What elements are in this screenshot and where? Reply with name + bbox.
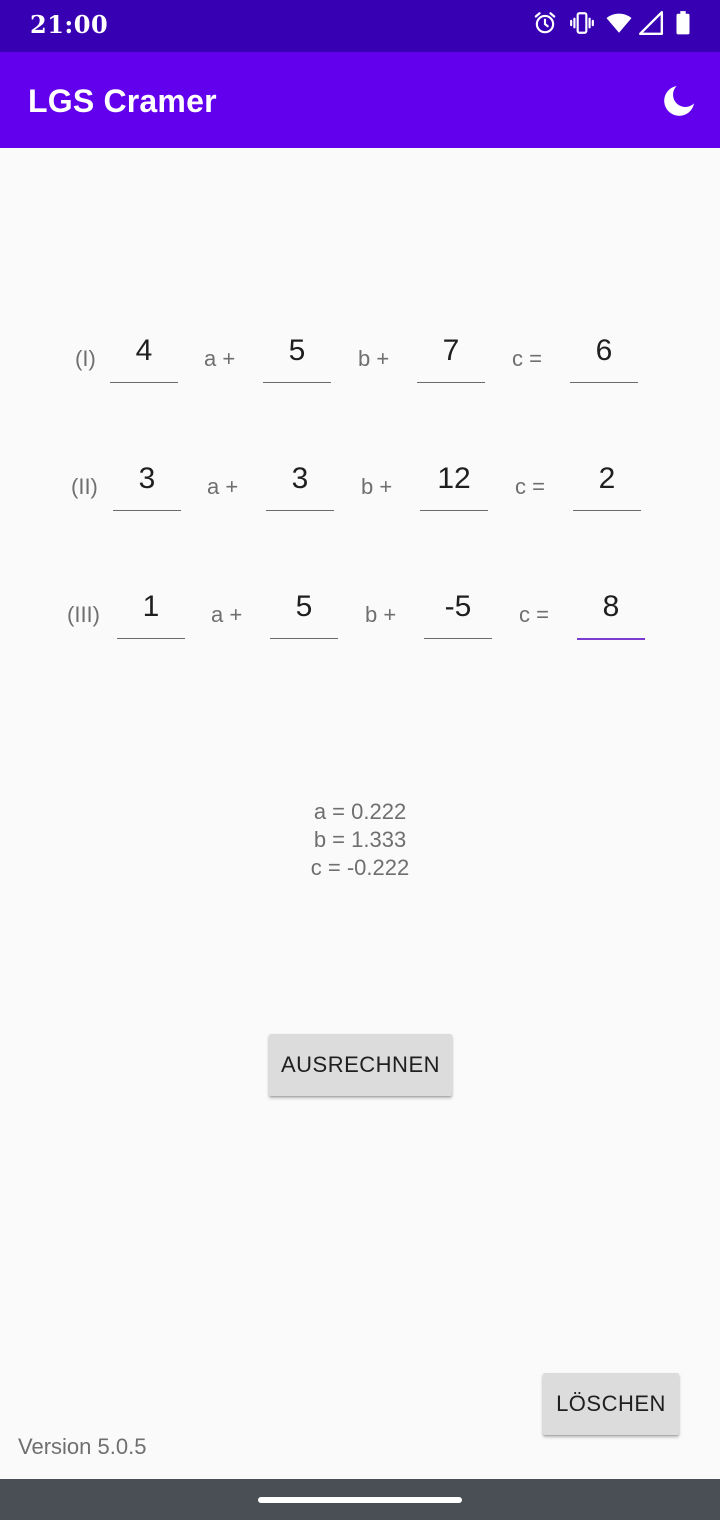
constant-field[interactable]: 6 xyxy=(570,324,638,383)
equation-label: (III) xyxy=(67,602,100,627)
wifi-icon xyxy=(605,10,633,38)
status-time: 21:00 xyxy=(30,10,109,39)
variable-b-label: b + xyxy=(361,474,393,499)
coefficient-a-field[interactable]: 4 xyxy=(110,324,178,383)
version-label: Version 5.0.5 xyxy=(18,1434,147,1459)
constant-field[interactable]: 2 xyxy=(573,452,641,511)
battery-icon xyxy=(672,10,700,38)
variable-a-label: a + xyxy=(211,602,243,627)
alarm-icon xyxy=(532,10,560,38)
coefficient-c-field[interactable]: 7 xyxy=(417,324,485,383)
equation-label: (II) xyxy=(71,474,98,499)
clear-button[interactable]: LÖSCHEN xyxy=(543,1373,679,1435)
variable-a-label: a + xyxy=(207,474,239,499)
variable-b-label: b + xyxy=(358,346,390,371)
constant-field[interactable]: 8 xyxy=(577,580,645,640)
coefficient-b-field[interactable]: 5 xyxy=(270,580,338,639)
coefficient-b-field[interactable]: 5 xyxy=(263,324,331,383)
equation-label: (I) xyxy=(75,346,96,371)
signal-icon xyxy=(638,10,666,38)
equation-row-2: (II) 3 a + 3 b + 12 c = 2 xyxy=(0,452,720,522)
variable-a-label: a + xyxy=(204,346,236,371)
results-panel: a = 0.222 b = 1.333 c = -0.222 xyxy=(0,798,720,882)
app-bar: LGS Cramer xyxy=(0,52,720,148)
coefficient-b-field[interactable]: 3 xyxy=(266,452,334,511)
calculate-button[interactable]: AUSRECHNEN xyxy=(269,1034,452,1096)
navigation-bar xyxy=(0,1479,720,1520)
equation-row-1: (I) 4 a + 5 b + 7 c = 6 xyxy=(0,324,720,394)
coefficient-a-field[interactable]: 1 xyxy=(117,580,185,639)
coefficient-c-field[interactable]: 12 xyxy=(420,452,488,511)
result-c: c = -0.222 xyxy=(310,855,410,880)
result-b: b = 1.333 xyxy=(313,827,407,852)
variable-c-label: c = xyxy=(515,474,545,499)
coefficient-c-field[interactable]: -5 xyxy=(424,580,492,639)
variable-b-label: b + xyxy=(365,602,397,627)
variable-c-label: c = xyxy=(512,346,542,371)
result-a: a = 0.222 xyxy=(313,799,407,824)
app-title: LGS Cramer xyxy=(28,83,217,119)
equation-row-3: (III) 1 a + 5 b + -5 c = 8 xyxy=(0,580,720,650)
status-bar: 21:00 xyxy=(0,0,720,52)
moon-icon[interactable] xyxy=(660,82,698,120)
vibrate-icon xyxy=(569,10,597,38)
home-gesture-handle[interactable] xyxy=(258,1497,462,1503)
coefficient-a-field[interactable]: 3 xyxy=(113,452,181,511)
variable-c-label: c = xyxy=(519,602,549,627)
